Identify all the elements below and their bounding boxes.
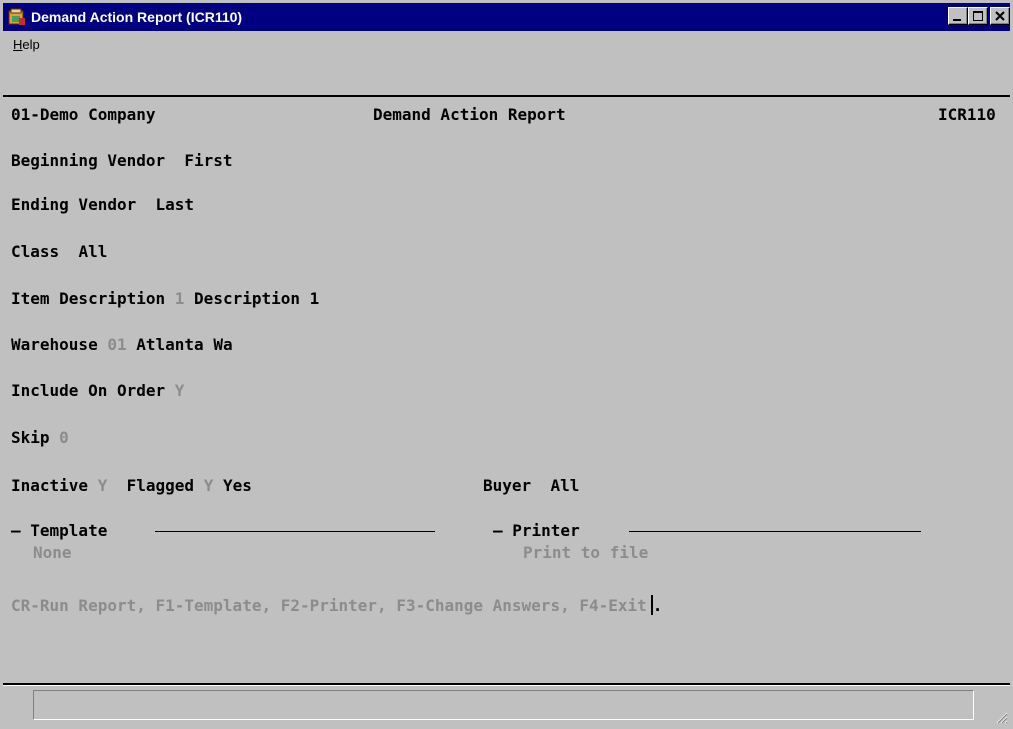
buyer-value[interactable]: All [550,476,579,495]
skip-row: Skip 0 [11,428,69,448]
buyer-label: Buyer [483,476,532,495]
template-value[interactable]: None [33,543,72,563]
template-section-title: — Template [11,521,108,540]
close-button[interactable] [990,7,1010,25]
menu-bar: Help [3,31,1010,61]
item-description-row: Item Description 1 Description 1 [11,289,319,309]
template-title: Template [30,521,108,540]
printer-value[interactable]: Print to file [523,543,648,563]
beginning-vendor-label: Beginning Vendor [11,151,166,170]
prompt-text: CR-Run Report, F1-Template, F2-Printer, … [11,596,647,615]
ending-vendor-label: Ending Vendor [11,195,137,214]
include-on-order-code[interactable]: Y [175,381,185,400]
class-label: Class [11,242,60,261]
report-form-area[interactable]: 01-Demo Company Demand Action Report ICR… [3,95,1010,683]
maximize-button[interactable] [968,7,988,25]
status-field [33,690,974,720]
buyer-row: Buyer All [483,476,579,496]
inactive-code[interactable]: Y [98,476,108,495]
header-company: 01-Demo Company [11,105,156,124]
item-description-label: Item Description [11,289,166,308]
inactive-label: Inactive [11,476,89,495]
app-icon[interactable] [8,8,26,26]
menu-help[interactable]: Help [13,37,40,52]
flagged-value: Yes [222,476,252,495]
item-description-code[interactable]: 1 [175,289,185,308]
warehouse-row: Warehouse 01 Atlanta Wa [11,335,233,355]
inactive-flagged-row: Inactive Y Flagged Y Yes [11,476,252,496]
maximize-icon [973,11,983,21]
header-report-name: Demand Action Report [373,105,566,124]
status-bar [3,686,1010,726]
ending-vendor-row: Ending Vendor Last [11,195,194,215]
menu-help-accelerator: H [13,37,23,52]
title-bar[interactable]: Demand Action Report (ICR110) [3,3,1010,31]
window-controls [948,7,1010,27]
minimize-icon [953,19,961,21]
beginning-vendor-row: Beginning Vendor First [11,151,233,171]
beginning-vendor-value[interactable]: First [184,151,232,170]
printer-divider [629,531,921,532]
close-icon [995,11,1005,21]
window-title: Demand Action Report (ICR110) [31,9,243,25]
printer-section-title: — Printer [493,521,580,540]
menu-help-label: elp [22,37,40,52]
warehouse-value: Atlanta Wa [136,335,233,354]
header-program-code: ICR110 [938,105,996,124]
command-prompt[interactable]: CR-Run Report, F1-Template, F2-Printer, … [11,595,662,616]
flagged-code[interactable]: Y [204,476,214,495]
class-value[interactable]: All [78,242,107,261]
warehouse-label: Warehouse [11,335,98,354]
include-on-order-label: Include On Order [11,381,166,400]
skip-label: Skip [11,428,50,447]
resize-grip-icon[interactable] [994,710,1008,724]
ending-vendor-value[interactable]: Last [156,195,195,214]
template-divider [155,531,435,532]
item-description-value: Description 1 [194,289,320,308]
include-on-order-row: Include On Order Y [11,381,184,401]
minimize-button[interactable] [948,7,968,25]
class-row: Class All [11,242,107,262]
printer-title: Printer [512,521,580,540]
app-window: Demand Action Report (ICR110) Help 01-De… [0,0,1013,729]
flagged-label: Flagged [126,476,195,495]
warehouse-code[interactable]: 01 [107,335,126,354]
skip-code[interactable]: 0 [59,428,69,447]
